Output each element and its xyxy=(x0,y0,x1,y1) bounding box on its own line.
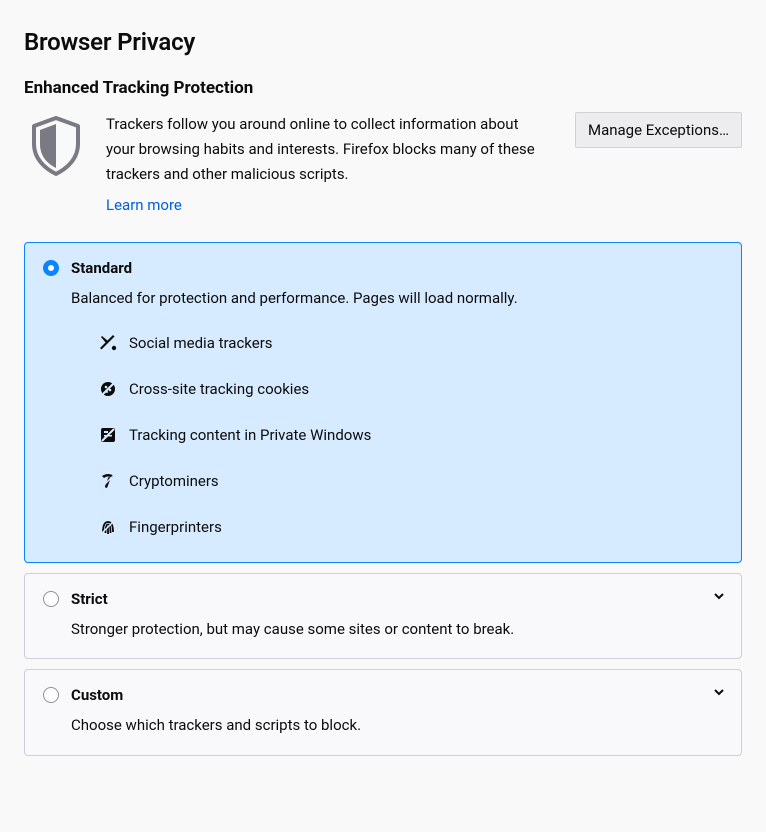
tracker-item-cryptominers: Cryptominers xyxy=(99,472,723,490)
etp-description: Trackers follow you around online to col… xyxy=(106,112,536,186)
cookie-icon xyxy=(99,380,117,398)
option-strict[interactable]: Strict Stronger protection, but may caus… xyxy=(24,573,742,660)
option-custom[interactable]: Custom Choose which trackers and scripts… xyxy=(24,669,742,756)
chevron-down-icon xyxy=(713,684,725,696)
radio-standard[interactable] xyxy=(43,260,59,276)
tracker-item-content: Tracking content in Private Windows xyxy=(99,426,723,444)
page-title: Browser Privacy xyxy=(24,28,742,56)
fingerprinter-icon xyxy=(99,518,117,536)
radio-custom[interactable] xyxy=(43,687,59,703)
tracker-label: Cryptominers xyxy=(129,472,219,490)
tracker-item-fingerprinters: Fingerprinters xyxy=(99,518,723,536)
radio-strict[interactable] xyxy=(43,591,59,607)
tracker-label: Social media trackers xyxy=(129,334,273,352)
option-strict-desc: Stronger protection, but may cause some … xyxy=(71,618,723,641)
chevron-down-icon xyxy=(713,588,725,600)
tracker-item-social: Social media trackers xyxy=(99,334,723,352)
learn-more-link[interactable]: Learn more xyxy=(106,196,557,214)
manage-exceptions-button[interactable]: Manage Exceptions… xyxy=(575,112,742,148)
option-custom-desc: Choose which trackers and scripts to blo… xyxy=(71,714,723,737)
tracker-label: Fingerprinters xyxy=(129,518,222,536)
tracker-label: Tracking content in Private Windows xyxy=(129,426,371,444)
tracker-item-cookies: Cross-site tracking cookies xyxy=(99,380,723,398)
tracking-content-icon xyxy=(99,426,117,444)
option-standard-label: Standard xyxy=(71,259,132,277)
option-standard[interactable]: Standard Balanced for protection and per… xyxy=(24,242,742,563)
social-trackers-icon xyxy=(99,334,117,352)
option-standard-desc: Balanced for protection and performance.… xyxy=(71,287,723,310)
option-custom-label: Custom xyxy=(71,686,123,704)
cryptominer-icon xyxy=(99,472,117,490)
shield-icon xyxy=(24,112,88,184)
option-strict-label: Strict xyxy=(71,590,108,608)
section-title: Enhanced Tracking Protection xyxy=(24,78,742,98)
tracker-label: Cross-site tracking cookies xyxy=(129,380,309,398)
